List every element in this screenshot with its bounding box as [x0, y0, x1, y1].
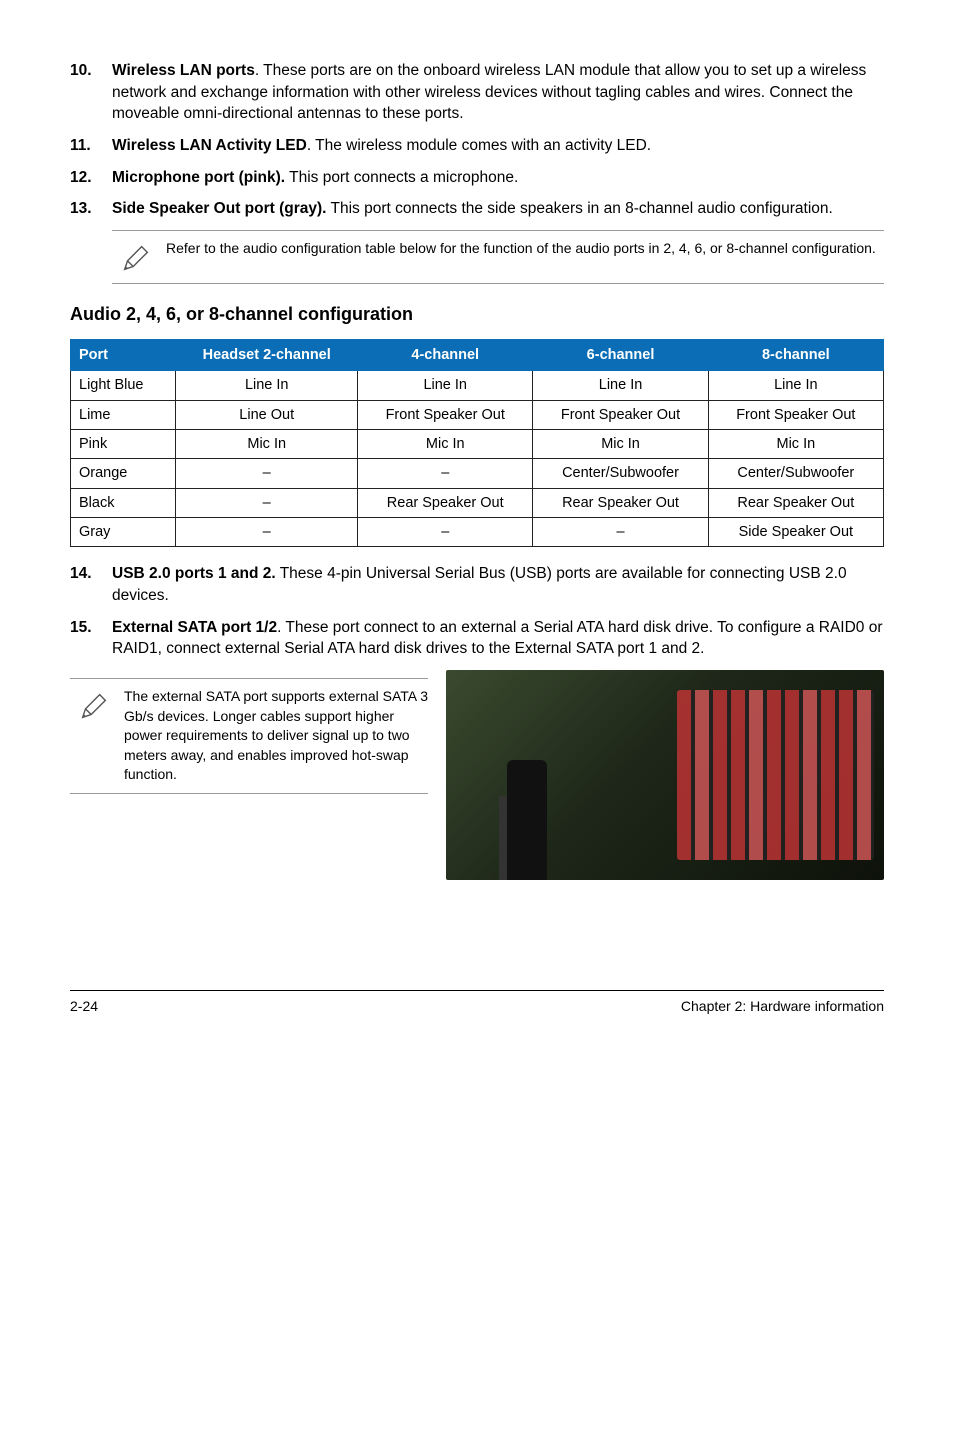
cell: – — [358, 517, 533, 546]
cell: Mic In — [533, 430, 708, 459]
cell: Front Speaker Out — [708, 400, 883, 429]
item-body: Wireless LAN ports. These ports are on t… — [112, 60, 884, 125]
table-row: Orange – – Center/Subwoofer Center/Subwo… — [71, 459, 884, 488]
cell: Line In — [708, 371, 883, 400]
col-2ch: Headset 2-channel — [176, 340, 358, 371]
cell: Black — [71, 488, 176, 517]
list-item: 13. Side Speaker Out port (gray). This p… — [70, 198, 884, 220]
cell: Line In — [533, 371, 708, 400]
item-title: USB 2.0 ports 1 and 2. — [112, 565, 276, 582]
table-row: Gray – – – Side Speaker Out — [71, 517, 884, 546]
table-header-row: Port Headset 2-channel 4-channel 6-chann… — [71, 340, 884, 371]
table-body: Light Blue Line In Line In Line In Line … — [71, 371, 884, 547]
motherboard-photo — [446, 670, 884, 880]
note-block: The external SATA port supports external… — [70, 678, 428, 794]
list-item: 14. USB 2.0 ports 1 and 2. These 4-pin U… — [70, 563, 884, 606]
table-row: Black – Rear Speaker Out Rear Speaker Ou… — [71, 488, 884, 517]
item-body: USB 2.0 ports 1 and 2. These 4-pin Unive… — [112, 563, 884, 606]
col-port: Port — [71, 340, 176, 371]
table-row: Pink Mic In Mic In Mic In Mic In — [71, 430, 884, 459]
cell: Mic In — [176, 430, 358, 459]
cell: Line In — [358, 371, 533, 400]
note-block: Refer to the audio configuration table b… — [112, 230, 884, 284]
note-text: The external SATA port supports external… — [118, 687, 428, 785]
cell: Center/Subwoofer — [708, 459, 883, 488]
cell: – — [176, 517, 358, 546]
cell: Rear Speaker Out — [358, 488, 533, 517]
item-text: This port connects a microphone. — [285, 169, 518, 186]
cell: Side Speaker Out — [708, 517, 883, 546]
numbered-list-top: 10. Wireless LAN ports. These ports are … — [70, 60, 884, 220]
cell: Mic In — [708, 430, 883, 459]
cell: Mic In — [358, 430, 533, 459]
col-2ch-label: Headset 2-channel — [203, 347, 331, 363]
cell: Pink — [71, 430, 176, 459]
cell: – — [358, 459, 533, 488]
item-text: This port connects the side speakers in … — [326, 200, 832, 217]
item-number: 11. — [70, 135, 112, 157]
col-8ch: 8-channel — [708, 340, 883, 371]
cell: – — [533, 517, 708, 546]
note-column: The external SATA port supports external… — [70, 670, 428, 880]
col-6ch: 6-channel — [533, 340, 708, 371]
list-item: 10. Wireless LAN ports. These ports are … — [70, 60, 884, 125]
item-number: 12. — [70, 167, 112, 189]
section-heading: Audio 2, 4, 6, or 8-channel configuratio… — [70, 302, 884, 327]
item-number: 13. — [70, 198, 112, 220]
col-4ch: 4-channel — [358, 340, 533, 371]
item-number: 10. — [70, 60, 112, 125]
cell: Lime — [71, 400, 176, 429]
cell: Center/Subwoofer — [533, 459, 708, 488]
cell: Line In — [176, 371, 358, 400]
list-item: 12. Microphone port (pink). This port co… — [70, 167, 884, 189]
item-title: External SATA port 1/2 — [112, 619, 277, 636]
pencil-icon — [112, 239, 160, 275]
pencil-icon — [70, 687, 118, 723]
cell: Rear Speaker Out — [533, 488, 708, 517]
cell: Line Out — [176, 400, 358, 429]
note-text: Refer to the audio configuration table b… — [160, 239, 884, 259]
note-and-photo-row: The external SATA port supports external… — [70, 670, 884, 880]
cell: – — [176, 459, 358, 488]
page-footer: 2-24 Chapter 2: Hardware information — [70, 990, 884, 1017]
numbered-list-bottom: 14. USB 2.0 ports 1 and 2. These 4-pin U… — [70, 563, 884, 660]
item-title: Side Speaker Out port (gray). — [112, 200, 326, 217]
table-row: Lime Line Out Front Speaker Out Front Sp… — [71, 400, 884, 429]
chapter-label: Chapter 2: Hardware information — [681, 997, 884, 1017]
table-row: Light Blue Line In Line In Line In Line … — [71, 371, 884, 400]
item-title: Microphone port (pink). — [112, 169, 285, 186]
list-item: 15. External SATA port 1/2. These port c… — [70, 617, 884, 660]
cell: Gray — [71, 517, 176, 546]
cell: – — [176, 488, 358, 517]
cell: Front Speaker Out — [533, 400, 708, 429]
item-title: Wireless LAN ports — [112, 62, 255, 79]
item-body: External SATA port 1/2. These port conne… — [112, 617, 884, 660]
item-number: 15. — [70, 617, 112, 660]
item-number: 14. — [70, 563, 112, 606]
cell: Light Blue — [71, 371, 176, 400]
item-body: Side Speaker Out port (gray). This port … — [112, 198, 884, 220]
item-title: Wireless LAN Activity LED — [112, 137, 307, 154]
page-number: 2-24 — [70, 997, 98, 1017]
cell: Orange — [71, 459, 176, 488]
item-body: Wireless LAN Activity LED. The wireless … — [112, 135, 884, 157]
item-body: Microphone port (pink). This port connec… — [112, 167, 884, 189]
audio-config-table: Port Headset 2-channel 4-channel 6-chann… — [70, 339, 884, 547]
item-text: . The wireless module comes with an acti… — [307, 137, 651, 154]
cell: Rear Speaker Out — [708, 488, 883, 517]
list-item: 11. Wireless LAN Activity LED. The wirel… — [70, 135, 884, 157]
cell: Front Speaker Out — [358, 400, 533, 429]
